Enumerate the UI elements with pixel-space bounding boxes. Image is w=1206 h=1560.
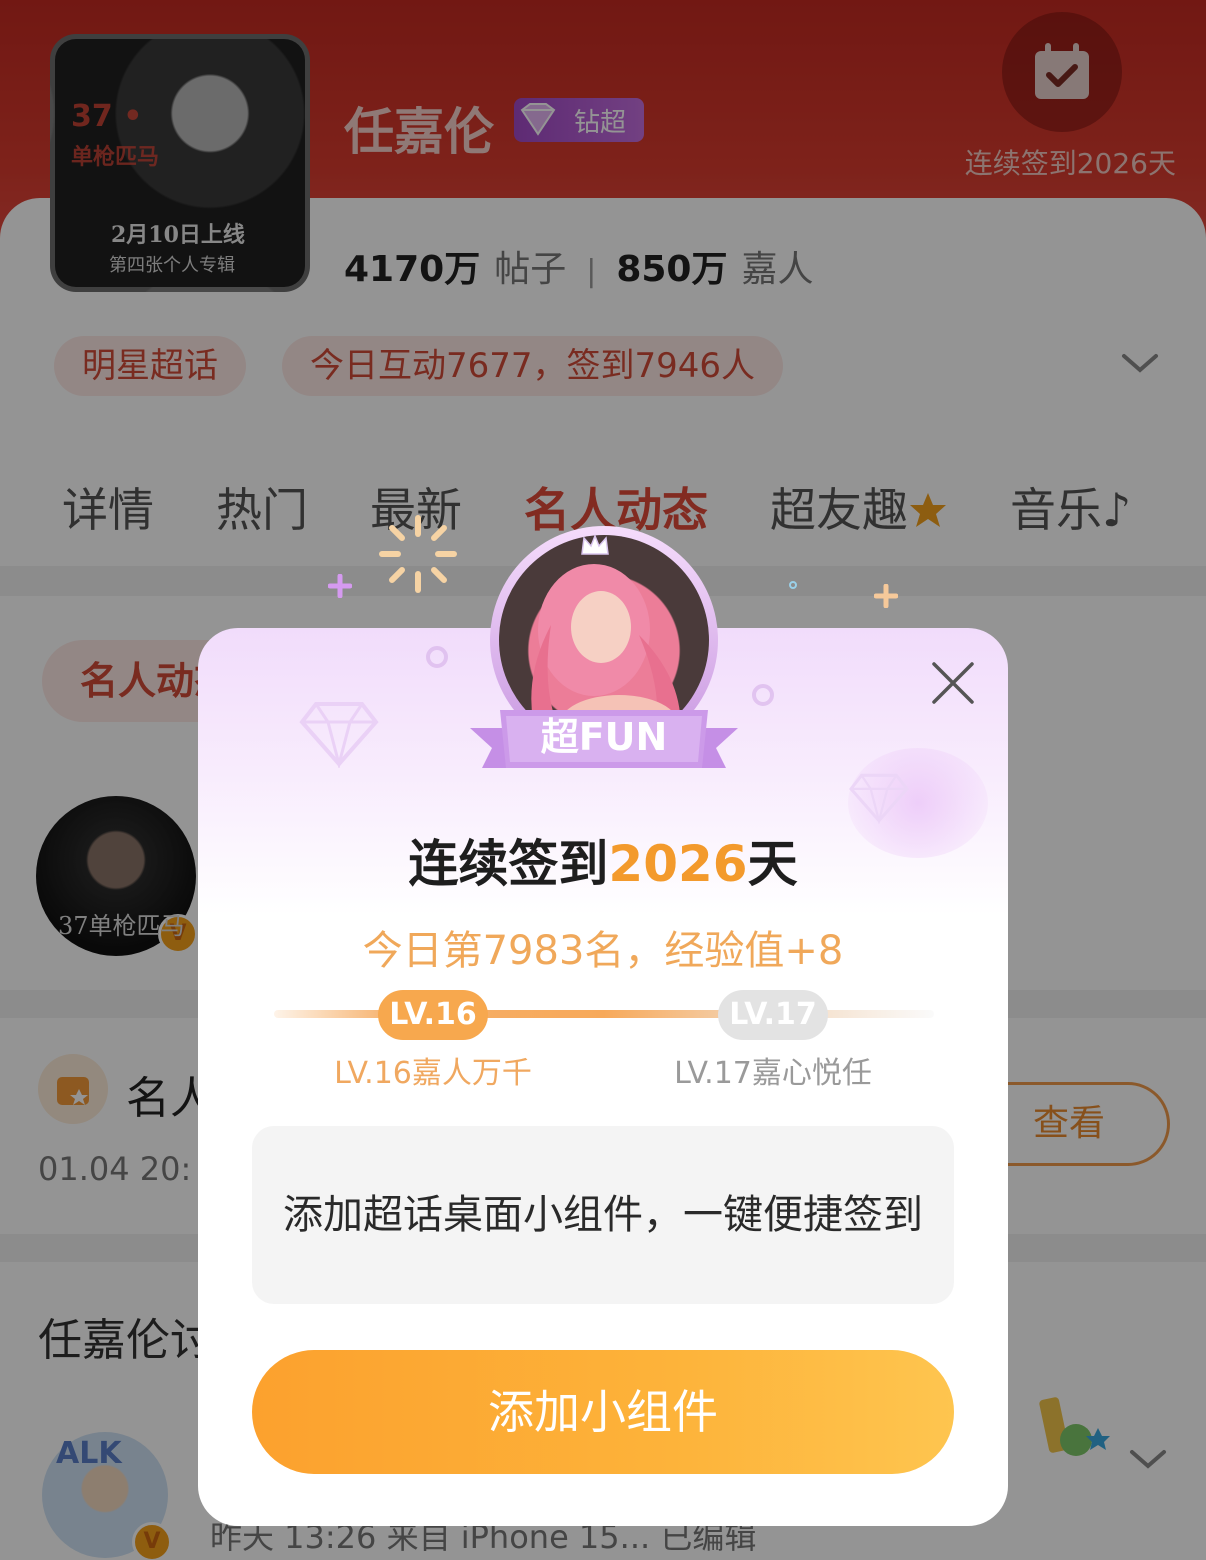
streak-title-prefix: 连续签到: [408, 835, 609, 893]
next-level-name: LV.17嘉心悦任: [674, 1056, 872, 1091]
decorative-ring: [426, 646, 448, 668]
sparkle-icon: [379, 515, 457, 593]
dot-sparkle-icon: [789, 581, 797, 589]
streak-days: 2026: [608, 835, 748, 893]
current-level-badge: LV.16: [378, 990, 488, 1040]
rank-experience-text: 今日第7983名，经验值+8: [362, 928, 844, 974]
diamond-icon: [849, 773, 909, 824]
diamond-icon: [299, 702, 379, 768]
plus-sparkle-icon: [328, 574, 352, 598]
crown-icon: [581, 534, 609, 555]
streak-title-suffix: 天: [747, 835, 798, 893]
level-progress-track: [274, 1010, 934, 1018]
streak-title: 连续签到2026天: [198, 824, 1008, 896]
add-widget-button[interactable]: 添加小组件: [252, 1350, 954, 1474]
close-icon[interactable]: [924, 654, 982, 712]
ribbon-label: 超FUN: [540, 715, 668, 759]
decorative-ring: [752, 684, 774, 706]
current-level-name: LV.16嘉人万千: [334, 1056, 532, 1091]
next-level-badge: LV.17: [718, 990, 828, 1040]
widget-tip: 添加超话桌面小组件，一键便捷签到: [252, 1126, 954, 1304]
plus-sparkle-icon: [874, 584, 898, 608]
